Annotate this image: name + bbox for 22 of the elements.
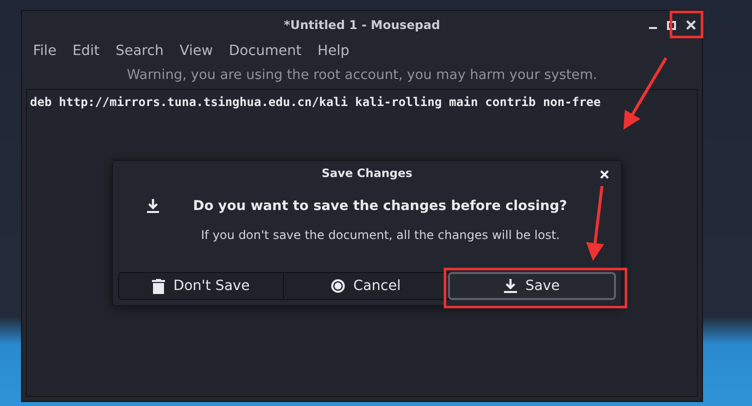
dialog-title: Save Changes	[322, 165, 412, 182]
download-icon	[146, 199, 160, 213]
dialog-button[interactable]: Save	[448, 272, 616, 300]
warning-message: Warning, you are using the root account, you may harm your system.	[126, 66, 598, 85]
close-icon[interactable]	[686, 20, 696, 30]
close-icon[interactable]	[600, 170, 609, 179]
text-line: deb http://mirrors.tuna.tsinghua.edu.cn/kali kali-rolling main contrib non-free	[30, 94, 602, 110]
dialog-heading: Do you want to save the changes before closing?	[193, 197, 568, 216]
menu-item[interactable]: Document	[222, 40, 308, 62]
dialog-button[interactable]: Don't Save	[119, 273, 284, 299]
highlight-box	[670, 10, 704, 38]
menu-item[interactable]: View	[172, 40, 220, 62]
download-icon	[504, 279, 518, 293]
menu-item[interactable]: Edit	[65, 40, 107, 62]
maximize-icon[interactable]	[667, 20, 676, 30]
menu-item[interactable]: Help	[310, 40, 356, 62]
menu-item[interactable]: Search	[108, 40, 171, 62]
dialog-message: If you don't save the document, all the changes will be lost.	[201, 227, 561, 244]
menu-item[interactable]: File	[26, 40, 64, 62]
radio-icon	[331, 279, 346, 293]
window-title: *Untitled 1 - Mousepad	[284, 17, 440, 34]
trash-icon	[152, 278, 166, 294]
